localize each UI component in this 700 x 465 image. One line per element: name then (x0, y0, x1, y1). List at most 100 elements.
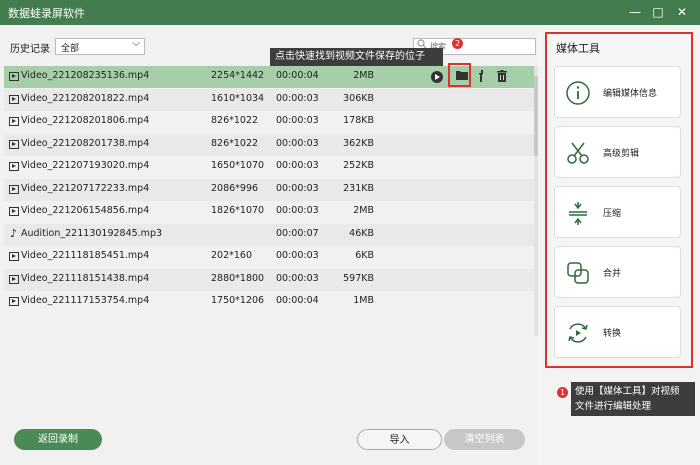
tool-compress[interactable]: 压缩 (554, 186, 681, 238)
merge-icon (567, 262, 589, 284)
media-tooltip-line2: 文件进行编辑处理 (575, 401, 652, 412)
file-resolution: 2086*996 (211, 182, 259, 194)
file-size: 6KB (355, 250, 374, 261)
tool-label: 压缩 (603, 209, 622, 219)
maximize-button[interactable]: □ (648, 3, 668, 21)
file-resolution: 1610*1034 (211, 92, 265, 104)
history-filter-value: 全部 (61, 44, 80, 54)
back-to-record-button[interactable]: 返回录制 (14, 429, 102, 450)
scrollbar[interactable] (534, 66, 538, 336)
bottom-bar: 返回录制 导入 清空列表 (0, 420, 538, 465)
file-row[interactable]: Video_221118185451.mp4 202*160 00:00:03 6KB (4, 246, 534, 268)
history-filter-select[interactable]: 全部 ⌵ (55, 38, 145, 55)
file-row[interactable]: Video_221207172233.mp4 2086*996 00:00:03 23… (4, 178, 534, 201)
tool-merge[interactable]: 合并 (554, 246, 681, 298)
clear-list-button[interactable]: 清空列表 (444, 429, 525, 450)
window-title: 数据蛙录屏软件 (8, 7, 85, 20)
media-tooltip-line1: 使用【媒体工具】对视频 (575, 386, 680, 397)
title-bar: 数据蛙录屏软件 — □ ✕ (0, 0, 700, 25)
file-row[interactable]: Video_221206154856.mp4 1826*1070 00:00:03 2… (4, 201, 534, 223)
file-resolution: 2254*1442 (211, 70, 265, 81)
step-badge-1: 1 (557, 387, 568, 398)
file-resolution: 1750*1206 (211, 295, 265, 306)
file-resolution: 826*1022 (211, 115, 259, 126)
file-row[interactable]: Video_221207193020.mp4 1650*1070 00:00:03 2… (4, 156, 534, 178)
file-resolution: 2880*1800 (211, 272, 265, 284)
media-tools-tooltip: 使用【媒体工具】对视频 文件进行编辑处理 (571, 382, 695, 416)
video-file-icon (9, 274, 19, 284)
file-name: Video_221208235136.mp4 (21, 70, 150, 81)
tool-label: 转换 (603, 329, 622, 339)
file-resolution: 826*1022 (211, 137, 259, 149)
compress-icon (569, 202, 587, 225)
trash-icon[interactable] (495, 70, 509, 84)
music-note-icon: ♪ (10, 226, 18, 240)
file-name: Video_221117153754.mp4 (21, 295, 150, 306)
file-name: Video_221208201738.mp4 (21, 137, 150, 149)
tool-edit-media-info[interactable]: 编辑媒体信息 (554, 66, 681, 118)
file-name: Audition_221130192845.mp3 (21, 227, 163, 239)
tool-label: 高级剪辑 (603, 149, 640, 159)
history-label: 历史记录 (10, 44, 50, 55)
file-duration: 00:00:04 (276, 295, 319, 306)
minimize-button[interactable]: — (625, 3, 645, 21)
file-row[interactable]: ♪ Audition_221130192845.mp3 00:00:07 46KB (4, 223, 534, 246)
video-file-icon (9, 297, 19, 306)
file-duration: 00:00:03 (276, 137, 319, 149)
file-size: 2MB (353, 70, 374, 81)
file-size: 306KB (343, 92, 374, 104)
tool-label: 编辑媒体信息 (603, 89, 658, 99)
video-file-icon (9, 252, 19, 261)
file-list: Video_221208235136.mp4 2254*1442 00:00:04 2… (4, 66, 534, 309)
file-duration: 00:00:03 (276, 115, 319, 126)
tool-advanced-cut[interactable]: 高级剪辑 (554, 126, 681, 178)
file-resolution: 202*160 (211, 250, 253, 261)
media-tools-title: 媒体工具 (556, 42, 600, 55)
video-file-icon (9, 139, 19, 149)
import-button[interactable]: 导入 (357, 429, 442, 450)
file-size: 252KB (343, 160, 374, 171)
folder-highlight-box (448, 63, 471, 87)
scrollbar-thumb[interactable] (534, 76, 538, 156)
main-content: 历史记录 全部 ⌵ Video_221208235136.mp4 2254*144… (0, 25, 700, 465)
file-row[interactable]: Video_221208201738.mp4 826*1022 00:00:03 36… (4, 133, 534, 156)
file-duration: 00:00:03 (276, 160, 319, 171)
file-duration: 00:00:03 (276, 205, 319, 216)
file-name: Video_221118185451.mp4 (21, 250, 150, 261)
file-size: 597KB (343, 272, 374, 284)
folder-tooltip-text: 点击快速找到视频文件保存的位子 (275, 51, 425, 62)
file-name: Video_221118151438.mp4 (21, 272, 150, 284)
video-file-icon (9, 207, 19, 216)
close-button[interactable]: ✕ (672, 3, 692, 21)
file-duration: 00:00:03 (276, 250, 319, 261)
file-size: 231KB (343, 182, 374, 194)
file-duration: 00:00:04 (276, 70, 319, 81)
file-row[interactable]: Video_221117153754.mp4 1750*1206 00:00:04 1… (4, 291, 534, 313)
file-name: Video_221208201806.mp4 (21, 115, 150, 126)
history-panel: 历史记录 全部 ⌵ Video_221208235136.mp4 2254*144… (0, 25, 538, 465)
chevron-down-icon: ⌵ (132, 38, 140, 49)
row-actions (429, 66, 534, 88)
file-name: Video_221206154856.mp4 (21, 205, 150, 216)
tool-convert[interactable]: 转换 (554, 306, 681, 358)
file-size: 46KB (349, 227, 374, 239)
file-row[interactable]: Video_221208201806.mp4 826*1022 00:00:03 17… (4, 111, 534, 133)
video-file-icon (9, 117, 19, 126)
search-input[interactable] (430, 40, 530, 52)
scissors-icon (567, 142, 589, 164)
file-row[interactable]: Video_221208201822.mp4 1610*1034 00:00:03 3… (4, 88, 534, 111)
file-name: Video_221207193020.mp4 (21, 160, 150, 171)
file-size: 1MB (353, 295, 374, 306)
file-duration: 00:00:07 (276, 227, 319, 239)
file-row[interactable]: Video_221118151438.mp4 2880*1800 00:00:03 5… (4, 268, 534, 291)
video-file-icon (9, 162, 19, 171)
folder-tooltip: 点击快速找到视频文件保存的位子 (270, 48, 443, 66)
file-resolution: 1650*1070 (211, 160, 265, 171)
file-duration: 00:00:03 (276, 182, 319, 194)
file-duration: 00:00:03 (276, 272, 319, 284)
play-icon[interactable] (431, 71, 443, 83)
video-file-icon (9, 184, 19, 194)
file-duration: 00:00:03 (276, 92, 319, 104)
convert-icon (568, 323, 588, 343)
wrench-icon[interactable] (475, 70, 489, 84)
